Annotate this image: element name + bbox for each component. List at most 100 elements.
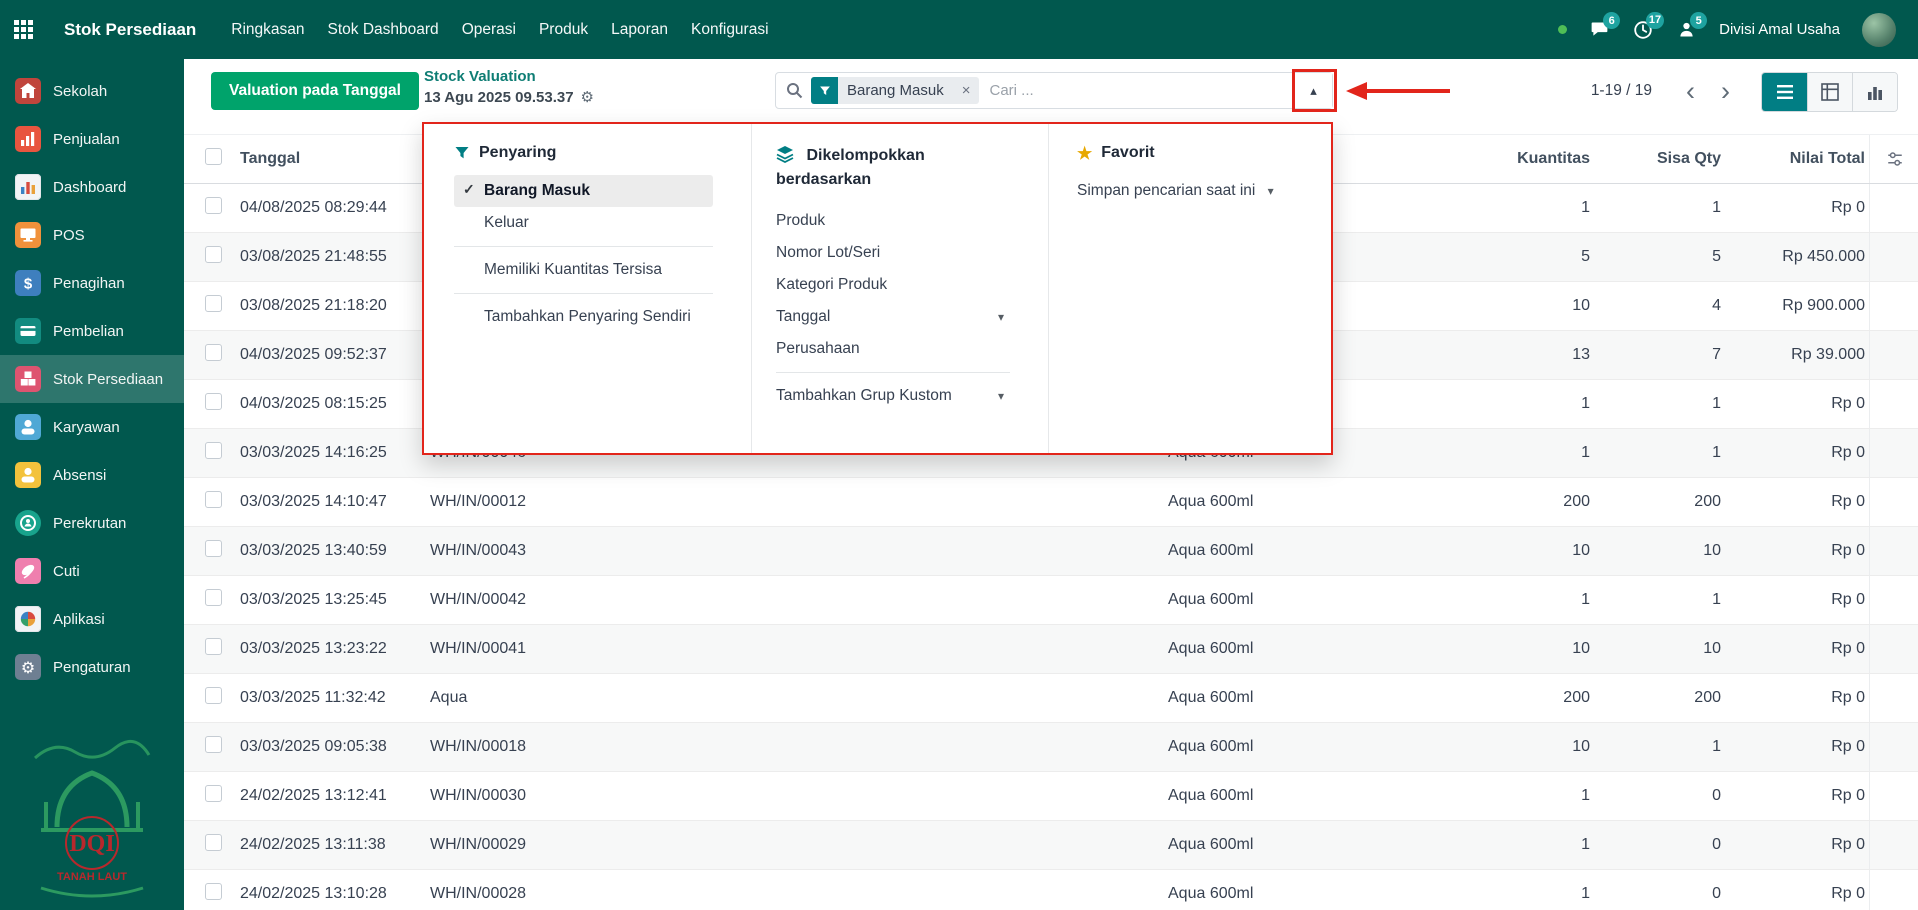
messages-icon[interactable]: 6 (1589, 19, 1610, 40)
sidebar-item-sekolah[interactable]: Sekolah (0, 67, 184, 115)
group-by-title: Dikelompokkan berdasarkan (776, 147, 925, 188)
search-input[interactable] (979, 82, 1294, 99)
cell-kuantitas: 10 (1444, 297, 1594, 315)
aplikasi-icon (15, 606, 41, 632)
absensi-icon (15, 462, 41, 488)
user-avatar[interactable] (1862, 13, 1896, 47)
filter-item-barang-masuk[interactable]: ✓ Barang Masuk (454, 175, 713, 207)
row-checkbox[interactable] (205, 491, 222, 508)
group-by-kategori-produk[interactable]: Kategori Produk (776, 269, 1010, 301)
column-header-tanggal[interactable]: Tanggal (240, 150, 430, 168)
requests-person-icon[interactable]: 5 (1676, 19, 1697, 40)
table-row[interactable]: 24/02/2025 13:10:28 WH/IN/00028 Aqua 600… (184, 870, 1918, 910)
cell-tanggal: 04/08/2025 08:29:44 (240, 199, 430, 217)
column-header-nilai-total[interactable]: Nilai Total (1725, 150, 1869, 168)
gear-icon[interactable]: ⚙ (581, 88, 594, 106)
valuation-at-date-button[interactable]: Valuation pada Tanggal (211, 72, 419, 110)
table-row[interactable]: 03/03/2025 09:05:38 WH/IN/00018 Aqua 600… (184, 723, 1918, 772)
table-row[interactable]: 24/02/2025 13:12:41 WH/IN/00030 Aqua 600… (184, 772, 1918, 821)
save-current-search-item[interactable]: Simpan pencarian saat ini ▾ (1077, 175, 1293, 207)
cell-sisa-qty: 5 (1594, 248, 1725, 266)
group-by-nomor-lot-seri[interactable]: Nomor Lot/Seri (776, 237, 1010, 269)
sidebar-item-dashboard[interactable]: Dashboard (0, 163, 184, 211)
logo-subtext: TANAH LAUT (57, 871, 127, 883)
row-checkbox[interactable] (205, 736, 222, 753)
pivot-view-button[interactable] (1807, 73, 1852, 111)
row-checkbox[interactable] (205, 246, 222, 263)
menu-ringkasan[interactable]: Ringkasan (231, 21, 304, 39)
column-header-sisa-qty[interactable]: Sisa Qty (1594, 150, 1725, 168)
list-view-button[interactable] (1762, 73, 1807, 111)
table-row[interactable]: 03/03/2025 13:25:45 WH/IN/00042 Aqua 600… (184, 576, 1918, 625)
menu-laporan[interactable]: Laporan (611, 21, 668, 39)
sidebar-item-karyawan[interactable]: Karyawan (0, 403, 184, 451)
pager-previous-button[interactable]: ‹ (1686, 78, 1695, 105)
group-by-tanggal[interactable]: Tanggal ▾ (776, 301, 1010, 333)
sidebar-item-penagihan[interactable]: $ Penagihan (0, 259, 184, 307)
row-checkbox[interactable] (205, 295, 222, 312)
valuation-datetime: 13 Agu 2025 09.53.37 (424, 89, 574, 106)
row-checkbox[interactable] (205, 834, 222, 851)
app-title: Stok Persediaan (64, 20, 196, 40)
row-checkbox[interactable] (205, 687, 222, 704)
column-header-kuantitas[interactable]: Kuantitas (1444, 150, 1594, 168)
search-bar[interactable]: Barang Masuk × ▴ (775, 72, 1333, 109)
sidebar-item-pembelian[interactable]: Pembelian (0, 307, 184, 355)
svg-text:$: $ (24, 276, 33, 293)
cell-kuantitas: 1 (1444, 885, 1594, 903)
sidebar-item-absensi[interactable]: Absensi (0, 451, 184, 499)
sidebar-item-pengaturan[interactable]: ⚙ Pengaturan (0, 643, 184, 691)
apps-grid-icon[interactable] (14, 20, 33, 39)
sidebar-item-pos[interactable]: POS (0, 211, 184, 259)
row-checkbox[interactable] (205, 883, 222, 900)
control-panel: Valuation pada Tanggal Stock Valuation 1… (184, 59, 1918, 123)
search-options-toggle[interactable]: ▴ (1294, 73, 1332, 108)
cell-referensi: WH/IN/00012 (430, 493, 1168, 511)
row-checkbox[interactable] (205, 197, 222, 214)
menu-operasi[interactable]: Operasi (462, 21, 516, 39)
row-checkbox[interactable] (205, 393, 222, 410)
cell-sisa-qty: 200 (1594, 689, 1725, 707)
add-custom-group-item[interactable]: Tambahkan Grup Kustom ▾ (776, 380, 1010, 412)
cell-kuantitas: 10 (1444, 542, 1594, 560)
table-row[interactable]: 03/03/2025 14:10:47 WH/IN/00012 Aqua 600… (184, 478, 1918, 527)
cell-sisa-qty: 1 (1594, 591, 1725, 609)
table-row[interactable]: 03/03/2025 13:40:59 WH/IN/00043 Aqua 600… (184, 527, 1918, 576)
breadcrumb-title[interactable]: Stock Valuation (424, 68, 594, 85)
sidebar-item-cuti[interactable]: Cuti (0, 547, 184, 595)
select-all-checkbox[interactable] (205, 148, 222, 165)
menu-konfigurasi[interactable]: Konfigurasi (691, 21, 769, 39)
cell-sisa-qty: 0 (1594, 787, 1725, 805)
row-checkbox[interactable] (205, 638, 222, 655)
table-row[interactable]: 03/03/2025 11:32:42 Aqua Aqua 600ml 200 … (184, 674, 1918, 723)
table-row[interactable]: 03/03/2025 13:23:22 WH/IN/00041 Aqua 600… (184, 625, 1918, 674)
cell-sisa-qty: 4 (1594, 297, 1725, 315)
sidebar-item-stok-persediaan[interactable]: Stok Persediaan (0, 355, 184, 403)
row-checkbox[interactable] (205, 785, 222, 802)
table-row[interactable]: 24/02/2025 13:11:38 WH/IN/00029 Aqua 600… (184, 821, 1918, 870)
row-checkbox[interactable] (205, 540, 222, 557)
facet-remove-icon[interactable]: × (953, 77, 980, 104)
penjualan-icon (15, 126, 41, 152)
filter-item-memiliki-kuantitas-tersisa[interactable]: Memiliki Kuantitas Tersisa (454, 254, 713, 286)
cell-tanggal: 03/03/2025 13:25:45 (240, 591, 430, 609)
menu-stok-dashboard[interactable]: Stok Dashboard (328, 21, 439, 39)
sidebar-item-penjualan[interactable]: Penjualan (0, 115, 184, 163)
activities-clock-icon[interactable]: 17 (1632, 19, 1654, 41)
cell-referensi: WH/IN/00018 (430, 738, 1168, 756)
filter-facet[interactable]: Barang Masuk × (811, 77, 979, 104)
graph-view-button[interactable] (1852, 73, 1897, 111)
sidebar-item-aplikasi[interactable]: Aplikasi (0, 595, 184, 643)
group-by-produk[interactable]: Produk (776, 205, 1010, 237)
row-checkbox[interactable] (205, 344, 222, 361)
row-checkbox[interactable] (205, 442, 222, 459)
sidebar-item-perekrutan[interactable]: Perekrutan (0, 499, 184, 547)
menu-produk[interactable]: Produk (539, 21, 588, 39)
filter-item-keluar[interactable]: Keluar (454, 207, 713, 239)
pager-next-button[interactable]: › (1721, 78, 1730, 105)
row-checkbox[interactable] (205, 589, 222, 606)
group-by-perusahaan[interactable]: Perusahaan (776, 333, 1010, 365)
optional-columns-icon[interactable] (1886, 150, 1904, 168)
company-name[interactable]: Divisi Amal Usaha (1719, 21, 1840, 38)
add-custom-filter-item[interactable]: Tambahkan Penyaring Sendiri (454, 301, 713, 333)
